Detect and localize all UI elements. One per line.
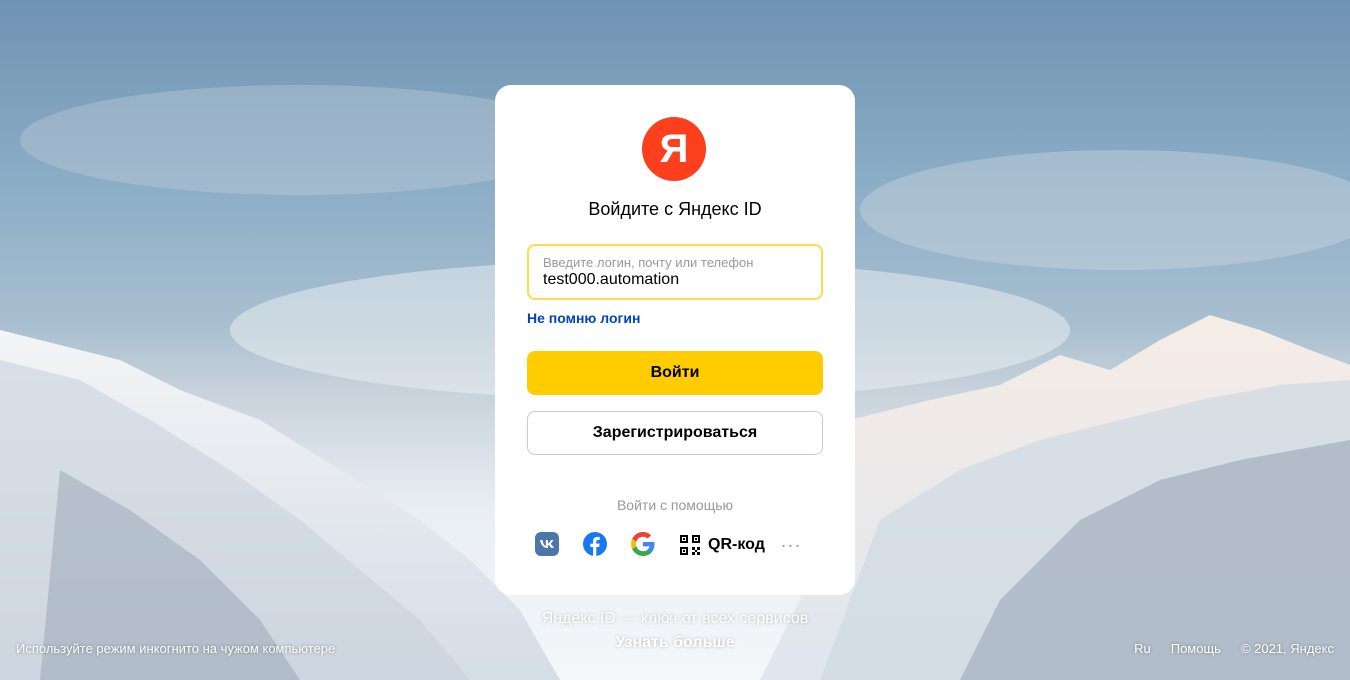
login-field[interactable]: Введите логин, почту или телефон	[527, 244, 823, 300]
language-switch[interactable]: Ru	[1134, 641, 1151, 656]
footer-links: Ru Помощь © 2021, Яндекс	[1134, 641, 1334, 656]
page-title: Войдите с Яндекс ID	[588, 199, 762, 219]
incognito-hint: Используйте режим инкогнито на чужом ком…	[16, 641, 336, 656]
help-link[interactable]: Помощь	[1171, 641, 1221, 656]
yandex-logo-icon[interactable]: Я	[642, 117, 706, 181]
qr-code-icon	[680, 535, 700, 555]
login-card: Я Войдите с Яндекс ID Введите логин, поч…	[495, 85, 855, 595]
tagline: Яндекс ID — ключ от всех сервисов	[541, 610, 809, 627]
copyright: © 2021, Яндекс	[1240, 641, 1334, 656]
facebook-icon[interactable]	[583, 532, 607, 556]
login-field-label: Введите логин, почту или телефон	[543, 255, 754, 270]
forgot-login-link[interactable]: Не помню логин	[527, 310, 640, 326]
more-dots-icon[interactable]: ···	[779, 532, 803, 558]
register-button[interactable]: Зарегистрироваться	[527, 411, 823, 455]
login-button[interactable]: Войти	[527, 351, 823, 395]
qr-login-label: QR-код	[708, 536, 765, 553]
qr-login-button[interactable]: QR-код	[680, 532, 780, 558]
google-icon[interactable]	[631, 532, 655, 556]
vk-icon[interactable]	[535, 532, 559, 556]
login-input[interactable]	[543, 271, 803, 289]
alt-login-label: Войти с помощью	[616, 497, 734, 513]
